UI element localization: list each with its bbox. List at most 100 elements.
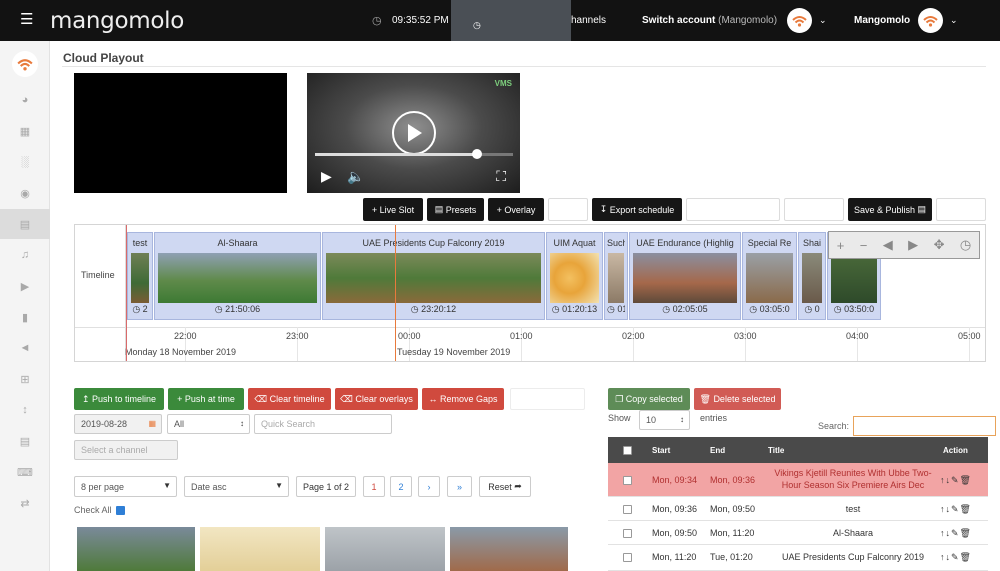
clear-overlays-button[interactable]: ⌫ Clear overlays xyxy=(335,388,418,410)
push-at-time-button[interactable]: + Push at time xyxy=(168,388,244,410)
last-page-button[interactable]: » xyxy=(447,476,472,497)
bar-chart-icon[interactable]: ▤ xyxy=(0,426,50,456)
play-button[interactable] xyxy=(392,111,436,155)
row-actions[interactable]: ↑↓✎🗑 xyxy=(940,552,972,563)
per-page-select[interactable]: 8 per page ▼ xyxy=(74,476,177,497)
row-checkbox[interactable] xyxy=(623,476,632,485)
page-1-button[interactable]: 1 xyxy=(363,476,385,497)
timeline-clip[interactable]: UAE Presidents Cup Falconry 2019 ◷ 23:20… xyxy=(322,232,545,320)
live-slot-button[interactable]: + Live Slot xyxy=(363,198,423,221)
date-picker[interactable]: 2019-08-28 ▦ xyxy=(74,414,162,434)
row-actions[interactable]: ↑↓✎🗑 xyxy=(940,504,972,515)
keyboard-icon[interactable]: ⌨ xyxy=(0,457,50,487)
account-avatar[interactable] xyxy=(787,8,812,33)
timeline-clip[interactable]: Such ◷ 01 xyxy=(604,232,628,320)
media-thumbnail[interactable] xyxy=(77,527,195,571)
film-icon[interactable]: ▤ xyxy=(0,209,50,239)
preview-video-player[interactable]: VMS ▶ 🔈 ⛶ xyxy=(307,73,520,193)
text-cursor-icon[interactable]: ↕ xyxy=(0,395,50,425)
media-thumbnail[interactable] xyxy=(200,527,320,571)
music-icon[interactable]: ♫ xyxy=(0,240,50,270)
timeline-clip[interactable]: UAE Endurance (Highlig ◷ 02:05:05 xyxy=(629,232,741,320)
timeline[interactable]: Timeline test ◷ 2 Al-Shaara ◷ 21:50:06 U… xyxy=(74,224,986,362)
day-label: Tuesday 19 November 2019 xyxy=(397,347,511,357)
row-actions[interactable]: ↑↓✎🗑 xyxy=(940,475,972,486)
page-2-button[interactable]: 2 xyxy=(390,476,412,497)
transfer-icon[interactable]: ⇄ xyxy=(0,488,50,518)
user-menu[interactable]: Mangomolo xyxy=(854,15,910,26)
select-all-checkbox[interactable] xyxy=(623,446,632,455)
zoom-out-icon[interactable]: − xyxy=(860,238,868,253)
broadcast-icon[interactable]: ◉ xyxy=(0,178,50,208)
media-thumbnail[interactable] xyxy=(325,527,445,571)
timeline-clip[interactable]: test ◷ 2 xyxy=(127,232,153,320)
seek-bar[interactable] xyxy=(315,149,513,159)
scroll-left-icon[interactable]: ◀ xyxy=(883,237,893,253)
plus-square-icon[interactable]: ⊞ xyxy=(0,364,50,394)
row-checkbox[interactable] xyxy=(623,553,632,562)
remove-gaps-button[interactable]: ↔ Remove Gaps xyxy=(422,388,504,410)
next-page-button[interactable]: › xyxy=(418,476,440,497)
clip-thumbnail xyxy=(608,253,624,303)
table-row[interactable]: Mon, 11:20 Tue, 01:20 UAE Presidents Cup… xyxy=(608,545,988,571)
switch-account-menu[interactable]: Switch account (Mangomolo) xyxy=(642,15,777,26)
channels-menu[interactable]: hannels xyxy=(571,15,606,26)
dashboard-icon[interactable]: ◕ xyxy=(0,85,50,115)
scroll-right-icon[interactable]: ▶ xyxy=(908,237,918,253)
user-avatar[interactable] xyxy=(918,8,943,33)
zoom-in-icon[interactable]: + xyxy=(837,238,845,253)
show-entries-select[interactable]: 10 ↕ xyxy=(639,410,690,430)
sidebar-logo[interactable] xyxy=(12,51,38,77)
play-circle-icon[interactable]: ▶ xyxy=(0,271,50,301)
type-select[interactable]: All ↕ xyxy=(167,414,250,434)
channel-select[interactable]: Select a channel xyxy=(74,440,178,460)
reset-button[interactable]: Reset ➦ xyxy=(479,476,531,497)
column-header[interactable]: Start xyxy=(652,446,670,455)
fullscreen-icon[interactable]: ⛶ xyxy=(496,168,506,185)
column-header[interactable]: End xyxy=(710,446,725,455)
delete-selected-button[interactable]: 🗑 Delete selected xyxy=(694,388,781,410)
table-row[interactable]: Mon, 09:36 Mon, 09:50 test ↑↓✎🗑 xyxy=(608,497,988,521)
row-checkbox[interactable] xyxy=(623,529,632,538)
copy-selected-button[interactable]: ❐ Copy selected xyxy=(608,388,690,410)
volume-icon[interactable]: 🔈 xyxy=(347,168,364,185)
timeline-clip[interactable]: Shai ◷ 0 xyxy=(798,232,826,320)
timeline-clip[interactable]: UIM Aquat ◷ 01:20:13 xyxy=(546,232,603,320)
clip-time: ◷ 01:20:13 xyxy=(551,304,598,314)
check-all[interactable]: Check All xyxy=(74,505,125,516)
media-thumbnail[interactable] xyxy=(450,527,568,571)
chevron-down-icon[interactable]: ⌄ xyxy=(950,15,958,26)
search-input[interactable] xyxy=(853,416,996,436)
presets-button[interactable]: ▤ Presets xyxy=(427,198,484,221)
stats-icon[interactable]: ░ xyxy=(0,147,50,177)
start-cell: Mon, 09:36 xyxy=(652,504,698,514)
quick-search-input[interactable]: Quick Search xyxy=(254,414,392,434)
push-to-timeline-button[interactable]: ↥ Push to timeline xyxy=(74,388,164,410)
sort-select[interactable]: Date asc ▼ xyxy=(184,476,289,497)
move-icon[interactable]: ✥ xyxy=(934,237,945,253)
seek-handle[interactable] xyxy=(472,149,483,159)
megaphone-icon[interactable]: ◄ xyxy=(0,333,50,363)
row-checkbox[interactable] xyxy=(623,505,632,514)
now-clock-icon[interactable]: ◷ xyxy=(960,237,971,253)
export-schedule-button[interactable]: ↧ Export schedule xyxy=(592,198,682,221)
timeline-clip[interactable]: Al-Shaara ◷ 21:50:06 xyxy=(154,232,321,320)
table-row[interactable]: Mon, 09:50 Mon, 11:20 Al-Shaara ↑↓✎🗑 xyxy=(608,521,988,545)
live-output-player[interactable] xyxy=(74,73,287,193)
check-all-checkbox[interactable] xyxy=(115,506,125,516)
play-icon[interactable]: ▶ xyxy=(321,168,332,185)
clip-title: test xyxy=(132,238,148,248)
column-header[interactable]: Title xyxy=(768,446,784,455)
clear-timeline-button[interactable]: ⌫ Clear timeline xyxy=(248,388,331,410)
start-cell: Mon, 09:34 xyxy=(652,475,698,485)
table-row[interactable]: Mon, 09:34 Mon, 09:36 Vikings Kjetill Re… xyxy=(608,463,988,497)
overlay-button[interactable]: + Overlay xyxy=(488,198,544,221)
chevron-down-icon[interactable]: ⌄ xyxy=(819,15,827,26)
clip-title: UAE Endurance (Highlig xyxy=(636,238,734,248)
row-actions[interactable]: ↑↓✎🗑 xyxy=(940,528,972,539)
folder-icon[interactable]: ▮ xyxy=(0,302,50,332)
hamburger-menu-icon[interactable]: ☰ xyxy=(20,12,33,27)
calendar-icon[interactable]: ▦ xyxy=(0,116,50,146)
save-publish-button[interactable]: Save & Publish ▤ xyxy=(848,198,932,221)
timeline-clip[interactable]: Special Re ◷ 03:05:0 xyxy=(742,232,797,320)
